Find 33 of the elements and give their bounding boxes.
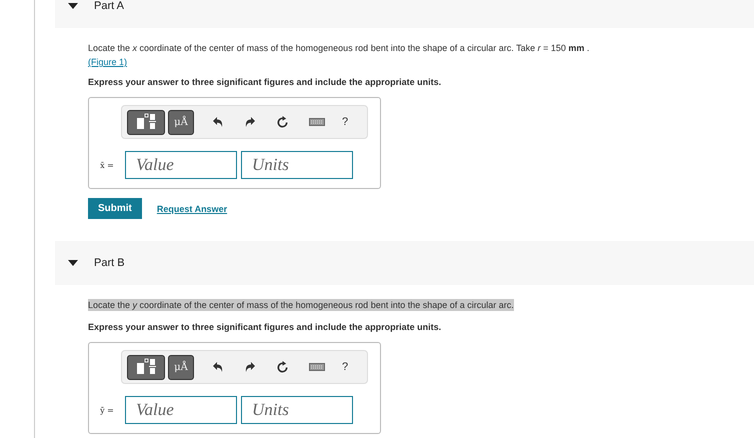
units-field[interactable]: Units	[241, 396, 353, 424]
keyboard-icon[interactable]	[309, 118, 325, 126]
template-button[interactable]	[127, 110, 165, 134]
help-button[interactable]: ?	[342, 361, 348, 373]
units-button[interactable]: μÅ	[168, 354, 194, 380]
part-header[interactable]: Part A	[55, 0, 754, 28]
keyboard-icon[interactable]	[309, 363, 325, 371]
redo-icon[interactable]	[244, 116, 256, 128]
units-field[interactable]: Units	[241, 151, 353, 179]
undo-icon[interactable]	[212, 116, 224, 128]
undo-icon[interactable]	[212, 361, 224, 373]
units-button[interactable]: μÅ	[168, 110, 194, 134]
question-text: Locate the y coordinate of the center of mass of the homogeneous rod bent into the shape of a circular arc.	[88, 299, 514, 311]
reset-icon[interactable]	[276, 360, 289, 374]
value-field[interactable]: Value	[125, 396, 237, 424]
reset-icon[interactable]	[276, 116, 289, 128]
figure-link[interactable]: (Figure 1)	[88, 56, 128, 68]
template-icon	[135, 358, 157, 376]
instruction-text: Express your answer to three significant figures and include the appropriate units.	[88, 77, 442, 87]
part-header[interactable]: Part B	[55, 241, 754, 285]
variable-label: x̄ =	[99, 160, 115, 170]
help-button[interactable]: ?	[342, 116, 348, 128]
value-field[interactable]: Value	[125, 151, 237, 179]
instruction-text: Express your answer to three significant figures and include the appropriate units.	[88, 322, 442, 332]
template-button[interactable]	[127, 354, 165, 380]
part-title: Part B	[94, 257, 125, 269]
template-icon	[135, 113, 157, 131]
part-title: Part A	[94, 0, 124, 12]
question-text: Locate the x coordinate of the center of mass of the homogeneous rod bent into the shape of a circular arc. Take r = 150 mm .	[88, 42, 590, 54]
redo-icon[interactable]	[244, 361, 256, 373]
submit-button[interactable]: Submit	[88, 198, 142, 219]
request-answer-link[interactable]: Request Answer	[156, 204, 228, 214]
variable-label: ȳ =	[99, 406, 115, 414]
